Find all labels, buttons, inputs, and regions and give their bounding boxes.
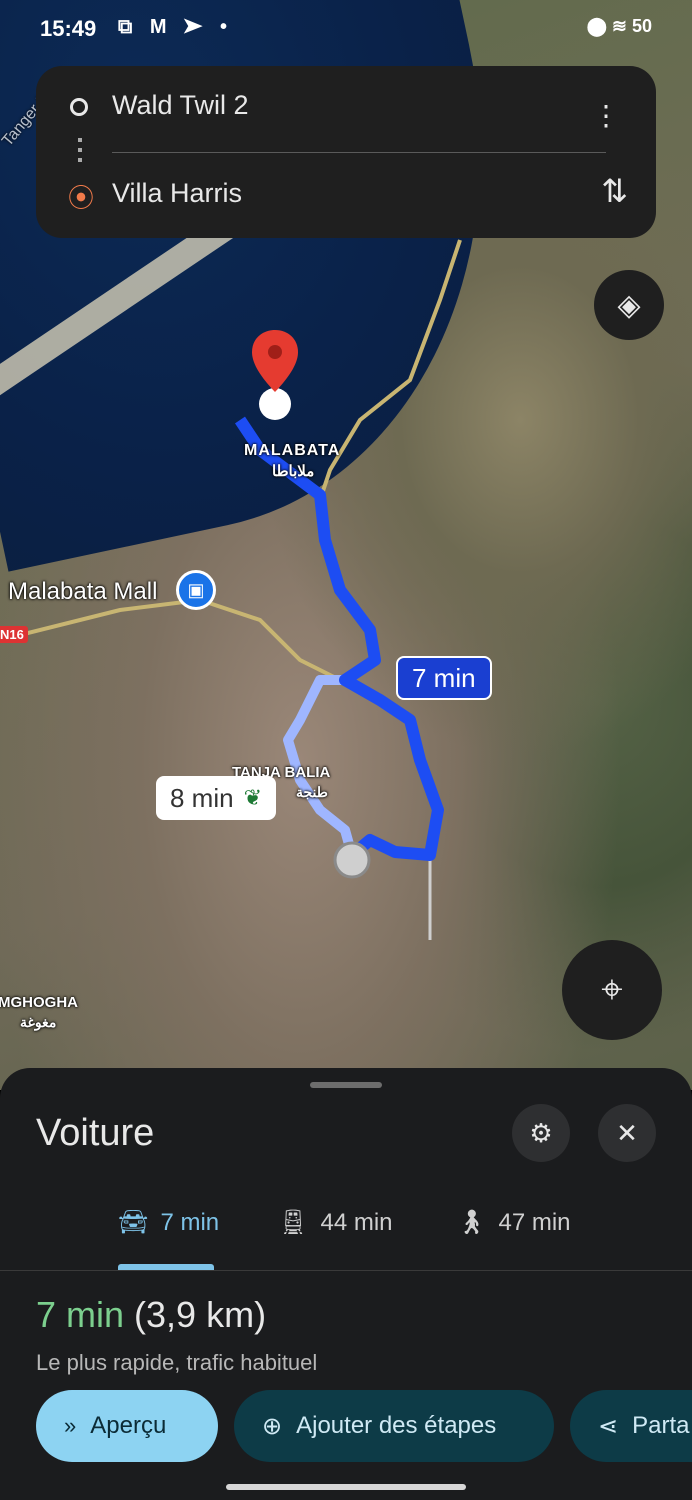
route-time-badge-fastest[interactable]: 7 min — [396, 656, 492, 700]
tab-walk-label: 47 min — [498, 1208, 571, 1236]
destination-pin-icon — [252, 330, 298, 392]
tab-walk[interactable]: 🚶︎ 47 min — [456, 1208, 571, 1237]
status-time: 15:49 — [40, 16, 97, 41]
road-badge: N16 — [0, 626, 28, 643]
walk-icon: 🚶︎ — [456, 1209, 487, 1236]
label-malabata: MALABATA — [244, 442, 341, 459]
layers-button[interactable]: ◈ — [594, 270, 664, 340]
label-malabata-mall[interactable]: Malabata Mall — [8, 578, 157, 606]
active-tab-indicator — [118, 1264, 214, 1270]
route-time-badge-alt[interactable]: 8 min ❦ — [156, 776, 277, 820]
close-icon: ✕ — [616, 1117, 638, 1148]
more-vert-icon[interactable]: ⋮ — [592, 102, 620, 130]
transit-icon: 🚆︎ — [278, 1209, 309, 1236]
gesture-nav-bar[interactable] — [226, 1484, 466, 1490]
route-options-button[interactable]: ⚙ — [512, 1104, 570, 1162]
destination-pin-small-icon: ⦿ — [68, 183, 95, 213]
share-icon: ⋖ — [598, 1412, 619, 1440]
directions-card: Wald Twil 2 ⋮ ⦿ Villa Harris ⇅ — [36, 66, 656, 238]
destination-dot — [259, 388, 291, 420]
summary-time: 7 min — [36, 1294, 125, 1335]
notification-icons: ⧉ M ➤ • — [118, 16, 233, 38]
my-location-icon: ⌖ — [601, 968, 623, 1011]
road-line — [318, 239, 462, 501]
swap-vertical-icon[interactable]: ⇅ — [601, 172, 628, 210]
label-malabata-ar: ملاباطا — [272, 463, 315, 480]
origin-text[interactable]: Wald Twil 2 — [112, 90, 249, 121]
start-marker — [333, 841, 371, 879]
label-tanja-balia-ar: طنجة — [296, 784, 328, 800]
road-line-west — [0, 597, 341, 682]
origin-row[interactable]: Wald Twil 2 ⋮ — [36, 76, 656, 136]
summary-distance: (3,9 km) — [134, 1294, 267, 1335]
my-location-button[interactable]: ⌖ — [562, 940, 662, 1040]
layers-icon: ◈ — [617, 288, 641, 322]
destination-text[interactable]: Villa Harris — [112, 178, 242, 209]
eco-leaf-icon: ❦ — [243, 785, 263, 810]
preview-button[interactable]: » Aperçu — [36, 1390, 218, 1462]
route-summary: 7 min (3,9 km) — [36, 1294, 266, 1336]
shopping-bag-icon[interactable]: ▣ — [176, 570, 216, 610]
tune-icon: ⚙ — [529, 1117, 553, 1148]
tab-car[interactable]: 🚘︎ 7 min — [118, 1208, 219, 1237]
destination-row[interactable]: ⦿ Villa Harris ⇅ — [36, 164, 656, 224]
label-mghogha: MGHOGHA — [0, 994, 78, 1011]
label-mghogha-ar: مغوغة — [20, 1014, 57, 1030]
add-stops-button[interactable]: ⊕ Ajouter des étapes — [234, 1390, 554, 1462]
origin-circle-icon — [70, 98, 88, 116]
share-label: Parta — [632, 1412, 690, 1439]
route-time-alt: 8 min — [170, 782, 234, 813]
add-location-icon: ⊕ — [262, 1412, 283, 1440]
bottom-sheet: Voiture ⚙ ✕ 🚘︎ 7 min 🚆︎ 44 min 🚶︎ 47 min… — [0, 1068, 692, 1500]
route-time-fastest: 7 min — [412, 662, 476, 693]
travel-mode-tabs: 🚘︎ 7 min 🚆︎ 44 min 🚶︎ 47 min — [0, 1196, 692, 1271]
preview-label: Aperçu — [90, 1412, 167, 1439]
tab-transit-label: 44 min — [320, 1208, 393, 1236]
car-icon: 🚘︎ — [118, 1209, 149, 1236]
system-status-icons: ⬤ ≋ 50 — [586, 16, 652, 36]
fast-forward-icon: » — [64, 1413, 77, 1438]
add-stops-label: Ajouter des étapes — [296, 1412, 497, 1439]
tab-car-label: 7 min — [160, 1208, 220, 1236]
share-button[interactable]: ⋖ Parta — [570, 1390, 692, 1462]
sheet-handle[interactable] — [310, 1082, 382, 1088]
sheet-title: Voiture — [36, 1112, 155, 1154]
connector-dots — [78, 138, 82, 166]
field-divider — [112, 152, 606, 153]
tab-transit[interactable]: 🚆︎ 44 min — [278, 1208, 393, 1237]
status-bar: 15:49 ⧉ M ➤ • ⬤ ≋ 50 — [0, 14, 692, 46]
close-button[interactable]: ✕ — [598, 1104, 656, 1162]
summary-subtitle: Le plus rapide, trafic habituel — [36, 1350, 318, 1375]
